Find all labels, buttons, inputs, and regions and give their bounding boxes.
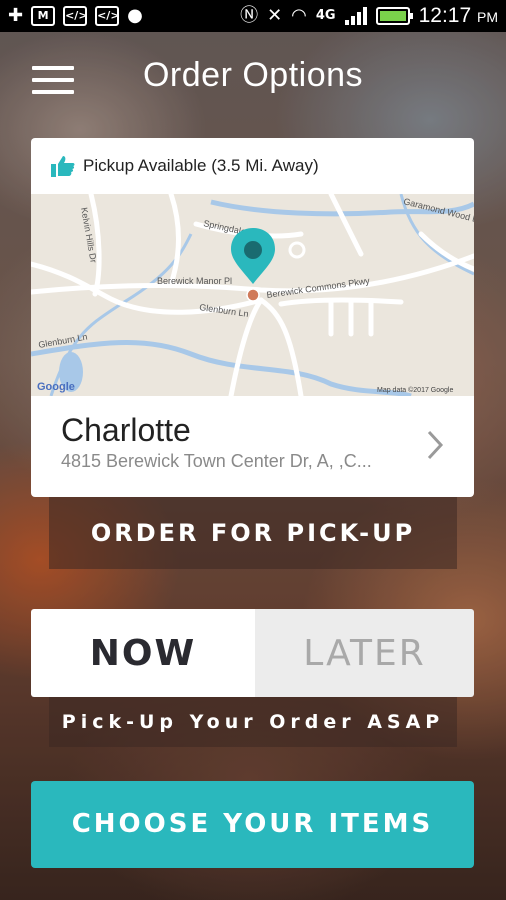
map-street-label: Berewick Manor Pl <box>157 276 232 286</box>
chevron-right-icon <box>427 430 444 460</box>
location-selector[interactable]: Charlotte 4815 Berewick Town Center Dr, … <box>31 396 474 497</box>
wifi-icon: ◠ <box>291 5 307 26</box>
now-option[interactable]: NOW <box>31 609 255 697</box>
clock-time: 12:17 <box>418 4 472 27</box>
location-map[interactable]: Berewick Manor Pl Glenburn Ln Berewick C… <box>31 194 474 396</box>
code-icon: </> <box>63 6 88 26</box>
location-name: Charlotte <box>61 412 191 448</box>
page-title: Order Options <box>142 56 364 94</box>
google-logo: Google <box>37 381 75 393</box>
choose-your-items-button[interactable]: CHOOSE YOUR ITEMS <box>31 781 474 868</box>
signal-icon <box>344 7 367 25</box>
nfc-icon: Ⓝ <box>240 5 259 26</box>
order-for-pickup-button[interactable]: ORDER FOR PICK-UP <box>49 497 457 569</box>
later-option[interactable]: LATER <box>255 609 474 697</box>
location-address: 4815 Berewick Town Center Dr, A, ,C... <box>61 451 372 471</box>
app-header: Order Options <box>0 46 506 110</box>
clock: 12:17 PM <box>419 4 498 28</box>
timing-toggle: NOW LATER <box>31 609 474 697</box>
map-copyright: Map data ©2017 Google <box>377 386 453 394</box>
code-icon-2: </> <box>95 6 120 26</box>
pickup-availability: Pickup Available (3.5 Mi. Away) <box>31 138 474 194</box>
network-type: 4G <box>315 8 336 23</box>
chat-icon: ● <box>127 5 143 26</box>
status-bar: ✚ M </> </> ● Ⓝ ✕ ◠ 4G 12:17 PM <box>0 0 506 32</box>
battery-icon <box>375 7 413 25</box>
gmail-icon: M <box>31 6 56 26</box>
clock-ampm: PM <box>477 9 498 25</box>
thumbs-up-icon <box>51 156 75 177</box>
plus-icon: ✚ <box>8 5 24 26</box>
mute-icon: ✕ <box>267 5 283 26</box>
pickup-asap-caption: Pick-Up Your Order ASAP <box>49 697 457 747</box>
pickup-availability-text: Pickup Available (3.5 Mi. Away) <box>83 156 319 175</box>
location-card: Pickup Available (3.5 Mi. Away) Berewick… <box>31 138 474 497</box>
